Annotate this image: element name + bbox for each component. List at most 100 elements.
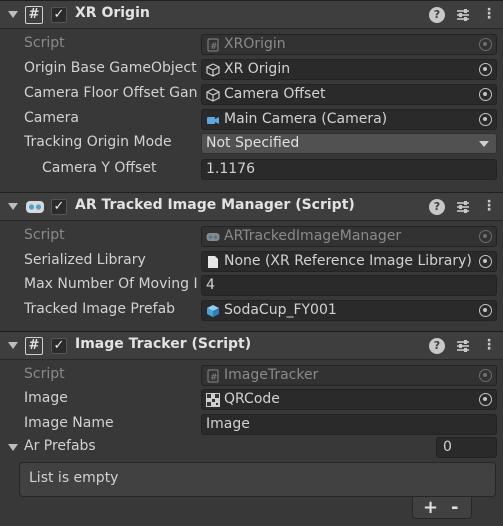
field-value: 4 bbox=[206, 277, 215, 293]
field-value: QRCode bbox=[224, 391, 280, 407]
field-value: Main Camera (Camera) bbox=[224, 111, 388, 127]
field-label: Tracked Image Prefab bbox=[24, 301, 176, 317]
list-size-input[interactable]: 0 bbox=[436, 437, 497, 458]
image-field[interactable]: QRCode bbox=[201, 389, 497, 410]
chevron-down-icon bbox=[479, 141, 489, 147]
presets-icon[interactable] bbox=[455, 199, 471, 215]
script-field: # ImageTracker bbox=[201, 365, 497, 386]
ar-manager-title: AR Tracked Image Manager (Script) bbox=[75, 197, 355, 213]
tracked-image-prefab-row: Tracked Image Prefab SodaCup_FY001 bbox=[0, 298, 503, 322]
more-options-icon[interactable]: ⋮ bbox=[482, 338, 496, 354]
field-label: Script bbox=[24, 366, 65, 382]
script-hash-icon: # bbox=[25, 337, 43, 355]
foldout-arrow-icon[interactable] bbox=[8, 342, 18, 349]
ar-robot-icon bbox=[206, 233, 220, 241]
field-label: Image Name bbox=[24, 415, 114, 431]
origin-base-field[interactable]: XR Origin bbox=[201, 59, 497, 80]
camera-icon bbox=[207, 117, 219, 124]
ar-manager-enabled-checkbox[interactable]: ✓ bbox=[51, 199, 67, 215]
more-options-icon[interactable]: ⋮ bbox=[482, 7, 496, 23]
image-tracker-header[interactable]: # ✓ Image Tracker (Script) ? ⋮ bbox=[0, 331, 503, 360]
remove-element-button[interactable]: - bbox=[451, 497, 458, 518]
field-value: Camera Offset bbox=[224, 86, 326, 102]
svg-text:#: # bbox=[210, 373, 218, 383]
help-icon[interactable]: ? bbox=[429, 338, 445, 354]
foldout-arrow-icon[interactable] bbox=[8, 11, 18, 18]
max-moving-input[interactable]: 4 bbox=[201, 275, 497, 296]
tracked-image-prefab-field[interactable]: SodaCup_FY001 bbox=[201, 300, 497, 321]
field-label: Ar Prefabs bbox=[24, 438, 96, 454]
xr-origin-title: XR Origin bbox=[75, 5, 150, 21]
object-picker-icon[interactable] bbox=[479, 88, 492, 101]
field-value: ImageTracker bbox=[224, 367, 319, 383]
field-label: Origin Base GameObject bbox=[24, 60, 197, 76]
camera-floor-offset-field[interactable]: Camera Offset bbox=[201, 84, 497, 105]
object-picker-icon bbox=[479, 38, 492, 51]
help-icon[interactable]: ? bbox=[429, 199, 445, 215]
origin-base-row: Origin Base GameObject XR Origin bbox=[0, 57, 503, 81]
field-label: Script bbox=[24, 227, 65, 243]
list-empty-text: List is empty bbox=[29, 470, 119, 486]
field-label: Max Number Of Moving I bbox=[24, 276, 198, 292]
xr-origin-header[interactable]: # ✓ XR Origin ? ⋮ bbox=[0, 0, 503, 29]
field-value: XROrigin bbox=[224, 36, 286, 52]
help-icon[interactable]: ? bbox=[429, 7, 445, 23]
script-field: # XROrigin bbox=[201, 34, 497, 55]
camera-floor-offset-row: Camera Floor Offset Gan Camera Offset bbox=[0, 82, 503, 106]
serialized-library-row: Serialized Library None (XR Reference Im… bbox=[0, 249, 503, 273]
tracking-mode-dropdown[interactable]: Not Specified bbox=[201, 133, 497, 154]
camera-y-offset-input[interactable]: 1.1176 bbox=[201, 159, 497, 180]
field-label: Camera Y Offset bbox=[42, 160, 157, 176]
script-hash-icon: # bbox=[25, 6, 43, 24]
image-name-input[interactable]: Image bbox=[201, 414, 497, 435]
camera-row: Camera Main Camera (Camera) bbox=[0, 107, 503, 131]
field-label: Camera Floor Offset Gan bbox=[24, 85, 198, 101]
gameobject-cube-icon bbox=[206, 63, 220, 77]
script-row: Script # ImageTracker bbox=[0, 363, 503, 387]
field-value: Image bbox=[206, 416, 250, 432]
serialized-library-field[interactable]: None (XR Reference Image Library) bbox=[201, 251, 497, 272]
add-element-button[interactable]: + bbox=[423, 497, 438, 518]
image-name-row: Image Name Image bbox=[0, 412, 503, 436]
field-value: SodaCup_FY001 bbox=[224, 302, 337, 318]
field-label: Script bbox=[24, 35, 65, 51]
document-icon bbox=[208, 256, 218, 268]
more-options-icon[interactable]: ⋮ bbox=[482, 199, 496, 215]
texture-thumbnail-icon bbox=[206, 393, 220, 407]
xr-origin-enabled-checkbox[interactable]: ✓ bbox=[51, 7, 67, 23]
object-picker-icon bbox=[479, 369, 492, 382]
object-picker-icon[interactable] bbox=[479, 304, 492, 317]
prefab-cube-icon bbox=[207, 305, 219, 317]
field-value: None (XR Reference Image Library) bbox=[224, 253, 472, 269]
foldout-arrow-icon[interactable] bbox=[8, 444, 18, 451]
script-field: ARTrackedImageManager bbox=[201, 226, 497, 247]
image-tracker-enabled-checkbox[interactable]: ✓ bbox=[51, 338, 67, 354]
script-file-icon: # bbox=[207, 369, 219, 383]
object-picker-icon bbox=[479, 230, 492, 243]
presets-icon[interactable] bbox=[455, 338, 471, 354]
ar-prefabs-row[interactable]: Ar Prefabs bbox=[0, 435, 503, 459]
object-picker-icon[interactable] bbox=[479, 113, 492, 126]
object-picker-icon[interactable] bbox=[479, 393, 492, 406]
field-value: XR Origin bbox=[224, 61, 291, 77]
ar-prefabs-list: List is empty bbox=[19, 462, 496, 497]
presets-icon[interactable] bbox=[455, 7, 471, 23]
field-value: ARTrackedImageManager bbox=[224, 228, 402, 244]
object-picker-icon[interactable] bbox=[479, 255, 492, 268]
camera-field[interactable]: Main Camera (Camera) bbox=[201, 109, 497, 130]
ar-tracked-image-manager-header[interactable]: ✓ AR Tracked Image Manager (Script) ? ⋮ bbox=[0, 192, 503, 221]
list-footer: + - bbox=[412, 497, 472, 519]
field-label: Serialized Library bbox=[24, 252, 146, 268]
tracking-mode-row: Tracking Origin Mode Not Specified bbox=[0, 131, 503, 155]
field-label: Camera bbox=[24, 110, 79, 126]
object-picker-icon[interactable] bbox=[479, 63, 492, 76]
field-label: Tracking Origin Mode bbox=[24, 134, 172, 150]
camera-y-offset-row: Camera Y Offset 1.1176 bbox=[0, 157, 503, 181]
image-row: Image QRCode bbox=[0, 387, 503, 411]
script-row: Script ARTrackedImageManager bbox=[0, 224, 503, 248]
field-value: 1.1176 bbox=[206, 161, 255, 177]
script-row: Script # XROrigin bbox=[0, 32, 503, 56]
svg-text:#: # bbox=[210, 42, 218, 52]
ar-robot-icon bbox=[26, 201, 44, 213]
foldout-arrow-icon[interactable] bbox=[8, 203, 18, 210]
